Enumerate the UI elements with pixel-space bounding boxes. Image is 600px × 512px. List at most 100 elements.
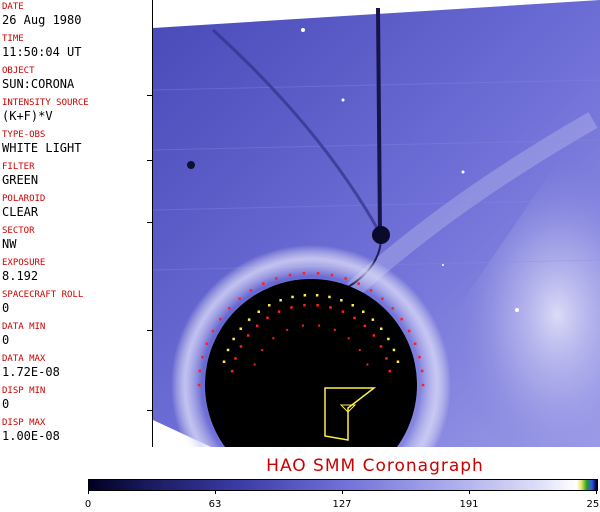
metadata-field: DATE 26 Aug 1980 bbox=[2, 2, 150, 27]
metadata-value: SUN:CORONA bbox=[2, 77, 75, 91]
position-marker bbox=[262, 282, 265, 285]
position-marker bbox=[372, 334, 376, 337]
metadata-value: CLEAR bbox=[2, 205, 39, 219]
metadata-label: SECTOR bbox=[2, 226, 35, 236]
position-marker bbox=[341, 310, 345, 313]
position-marker bbox=[366, 363, 369, 366]
metadata-field: TYPE-OBS WHITE LIGHT bbox=[2, 130, 150, 155]
metadata-label: OBJECT bbox=[2, 66, 35, 76]
metadata-label: DISP MAX bbox=[2, 418, 46, 428]
metadata-label: SPACECRAFT ROLL bbox=[2, 290, 84, 300]
metadata-field: EXPOSURE 8.192 bbox=[2, 258, 150, 283]
position-marker bbox=[234, 357, 237, 360]
metadata-value: 1.72E-08 bbox=[2, 365, 60, 379]
axis-tick bbox=[147, 222, 152, 223]
colorbar-tick bbox=[596, 490, 597, 494]
position-marker bbox=[266, 316, 269, 320]
position-marker bbox=[255, 324, 259, 328]
position-marker bbox=[357, 282, 360, 285]
position-marker bbox=[219, 317, 222, 321]
metadata-label: TYPE-OBS bbox=[2, 130, 46, 140]
metadata-field: POLAROID CLEAR bbox=[2, 194, 150, 219]
position-marker bbox=[340, 299, 343, 302]
position-marker bbox=[413, 342, 417, 345]
position-marker bbox=[205, 342, 209, 345]
position-marker bbox=[277, 310, 281, 313]
position-marker bbox=[385, 357, 388, 360]
position-marker bbox=[315, 294, 319, 297]
metadata-value: 0 bbox=[2, 333, 10, 347]
position-marker bbox=[392, 348, 396, 352]
position-marker bbox=[226, 348, 230, 352]
position-marker bbox=[421, 383, 425, 387]
metadata-label: FILTER bbox=[2, 162, 35, 172]
metadata-value: 11:50:04 UT bbox=[2, 45, 82, 59]
position-marker bbox=[268, 304, 271, 307]
position-marker bbox=[369, 289, 373, 292]
position-marker bbox=[197, 383, 201, 387]
position-marker bbox=[232, 337, 235, 341]
metadata-value: WHITE LIGHT bbox=[2, 141, 82, 155]
metadata-label: DATE bbox=[2, 2, 24, 12]
position-marker bbox=[247, 318, 251, 321]
position-marker bbox=[344, 277, 347, 280]
position-marker bbox=[239, 345, 243, 348]
metadata-value: (K+F)*V bbox=[2, 109, 53, 123]
colorbar-tick-label: 63 bbox=[208, 499, 222, 510]
colorbar-tick-label: 191 bbox=[459, 499, 479, 510]
position-marker bbox=[388, 369, 391, 373]
position-marker bbox=[303, 294, 307, 297]
position-marker bbox=[211, 329, 215, 333]
metadata-label: DISP MIN bbox=[2, 386, 46, 396]
position-marker bbox=[420, 369, 424, 373]
colorbar-tick bbox=[88, 490, 89, 494]
colorbar-tick-label: 127 bbox=[332, 499, 352, 510]
position-marker bbox=[362, 310, 365, 313]
position-marker bbox=[391, 307, 394, 310]
position-marker bbox=[318, 324, 321, 327]
position-marker bbox=[353, 316, 356, 320]
axis-tick bbox=[147, 95, 152, 96]
colorbar-tick-label: 0 bbox=[84, 499, 92, 510]
colorbar-tick bbox=[469, 490, 470, 494]
colorbar-tick bbox=[215, 490, 216, 494]
colorbar-tick-label: 255 bbox=[586, 499, 600, 510]
position-marker bbox=[418, 355, 421, 359]
position-marker bbox=[291, 295, 294, 299]
position-marker bbox=[249, 289, 253, 292]
metadata-label: INTENSITY SOURCE bbox=[2, 98, 89, 108]
metadata-label: DATA MIN bbox=[2, 322, 46, 332]
coronagraph-image bbox=[153, 0, 600, 447]
position-marker bbox=[228, 307, 231, 310]
position-marker bbox=[246, 334, 250, 337]
metadata-field: DISP MIN 0 bbox=[2, 386, 150, 411]
metadata-value: 26 Aug 1980 bbox=[2, 13, 82, 27]
position-marker bbox=[261, 349, 264, 352]
color-scale-bar bbox=[88, 479, 598, 491]
metadata-panel: DATE 26 Aug 1980 TIME 11:50:04 UT OBJECT SUN:… bbox=[0, 0, 153, 447]
position-marker bbox=[380, 327, 383, 330]
metadata-value: NW bbox=[2, 237, 17, 251]
position-marker bbox=[222, 360, 226, 363]
position-marker bbox=[351, 304, 354, 307]
position-marker bbox=[290, 306, 293, 309]
position-marker bbox=[387, 337, 390, 341]
position-marker bbox=[371, 318, 375, 321]
position-marker bbox=[239, 327, 242, 330]
metadata-label: DATA MAX bbox=[2, 354, 46, 364]
axis-tick bbox=[147, 330, 152, 331]
occulter-pylon bbox=[372, 226, 390, 244]
metadata-field: INTENSITY SOURCE (K+F)*V bbox=[2, 98, 150, 123]
position-marker bbox=[329, 306, 332, 309]
position-marker bbox=[288, 273, 292, 277]
position-marker bbox=[407, 329, 411, 333]
position-marker bbox=[396, 360, 400, 363]
position-marker bbox=[316, 304, 319, 307]
metadata-field: FILTER GREEN bbox=[2, 162, 150, 187]
position-marker bbox=[363, 324, 367, 328]
coronagraph-svg bbox=[153, 0, 600, 447]
metadata-value: GREEN bbox=[2, 173, 39, 187]
position-marker bbox=[286, 328, 289, 331]
occulter-arm bbox=[376, 7, 382, 236]
metadata-value: 0 bbox=[2, 301, 10, 315]
